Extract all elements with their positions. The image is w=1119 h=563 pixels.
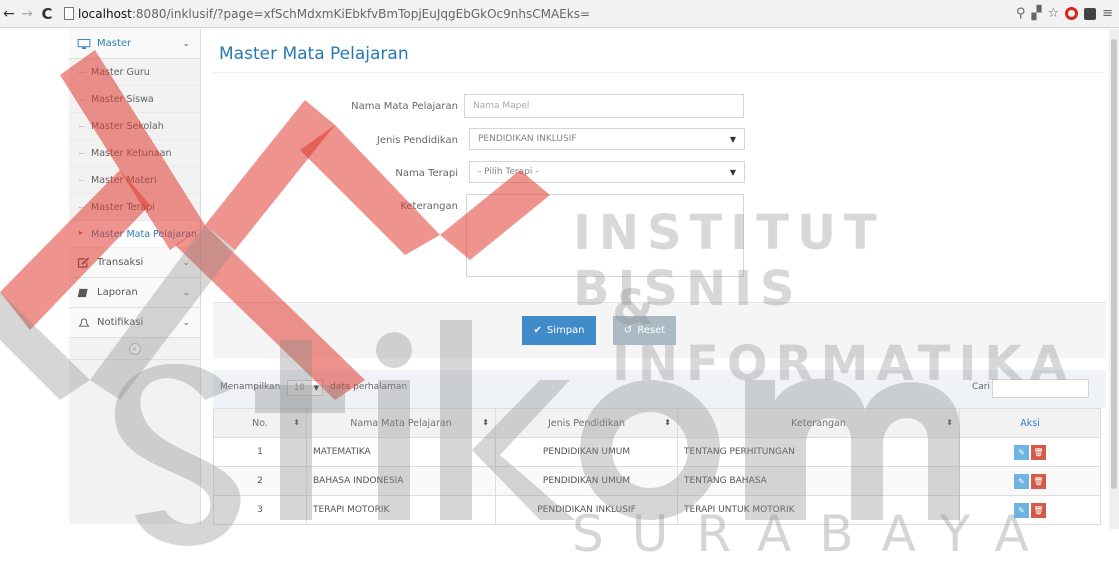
sidebar-group-label: Laporan bbox=[97, 287, 138, 298]
sidebar-group-label: Master bbox=[97, 38, 132, 49]
table-row: 1 MATEMATIKA PENDIDIKAN UMUM TENTANG PER… bbox=[213, 437, 1101, 467]
star-icon[interactable]: ☆ bbox=[1047, 6, 1059, 21]
cell-no: 2 bbox=[213, 466, 307, 496]
reload-icon[interactable]: C bbox=[36, 5, 58, 23]
nama-mapel-placeholder: Nama Mapel bbox=[473, 101, 530, 111]
opera-extension-icon[interactable] bbox=[1065, 7, 1079, 20]
cell-aksi: ✎ 🗑 bbox=[959, 466, 1101, 496]
book-icon bbox=[77, 288, 88, 297]
divider bbox=[213, 72, 1106, 73]
sidebar-item-master-siswa[interactable]: Master Siswa bbox=[69, 86, 200, 113]
address-bar[interactable]: localhost:8080/inklusif/?page=xfSchMdxmK… bbox=[62, 4, 1016, 24]
cell-nama-mapel: BAHASA INDONESIA bbox=[306, 466, 496, 496]
nama-mapel-label: Nama Mata Pelajaran bbox=[351, 101, 458, 112]
sidebar-collapse-bar: « bbox=[69, 338, 200, 360]
column-header-aksi: Aksi bbox=[959, 408, 1101, 438]
trash-icon[interactable]: 🗑 bbox=[1031, 444, 1046, 460]
forward-icon[interactable]: → bbox=[18, 6, 36, 22]
translate-icon[interactable]: ▞ bbox=[1031, 6, 1041, 21]
column-header-jenis-pendidikan[interactable]: Jenis Pendidikan ⬍ bbox=[495, 408, 678, 438]
column-label: Keterangan bbox=[791, 417, 846, 429]
desktop-icon bbox=[77, 38, 91, 49]
pencil-icon[interactable]: ✎ bbox=[1014, 444, 1029, 460]
dropdown-arrow-icon: ▼ bbox=[313, 384, 319, 392]
column-header-nama-mapel[interactable]: Nama Mata Pelajaran ⬍ bbox=[306, 408, 496, 438]
dropdown-arrow-icon: ▼ bbox=[729, 167, 736, 177]
url-host: localhost bbox=[78, 6, 132, 21]
back-icon[interactable]: ← bbox=[0, 6, 18, 22]
nama-terapi-select[interactable]: - Pilih Terapi - ▼ bbox=[469, 161, 745, 183]
column-label: Jenis Pendidikan bbox=[547, 417, 626, 429]
extension-icon[interactable] bbox=[1084, 7, 1097, 20]
nama-terapi-label: Nama Terapi bbox=[395, 168, 458, 179]
nama-terapi-value: - Pilih Terapi - bbox=[478, 167, 539, 177]
jenis-pendidikan-label: Jenis Pendidikan bbox=[376, 135, 458, 146]
edit-icon bbox=[77, 257, 90, 268]
sidebar-group-label: Notifikasi bbox=[97, 317, 144, 328]
sidebar-group-label: Transaksi bbox=[97, 257, 144, 268]
column-label: Nama Mata Pelajaran bbox=[350, 417, 452, 429]
chevron-down-icon: ⌄ bbox=[182, 287, 190, 298]
keterangan-label: Keterangan bbox=[400, 201, 458, 212]
page-icon bbox=[64, 7, 74, 20]
sidebar-item-master-guru[interactable]: Master Guru bbox=[69, 59, 200, 86]
cell-keterangan: TENTANG PERHITUNGAN bbox=[677, 437, 960, 467]
cell-aksi: ✎ 🗑 bbox=[959, 437, 1101, 467]
column-header-no[interactable]: No. ⬍ bbox=[213, 408, 307, 438]
sidebar-item-master-mata-pelajaran[interactable]: Master Mata Pelajaran bbox=[69, 221, 200, 248]
page-title: Master Mata Pelajaran bbox=[219, 44, 409, 64]
sidebar-group-notifikasi[interactable]: Notifikasi ⌄ bbox=[69, 308, 200, 338]
nama-mapel-input[interactable]: Nama Mapel bbox=[464, 94, 744, 118]
page-length-value: 10 bbox=[294, 383, 305, 393]
trash-icon[interactable]: 🗑 bbox=[1031, 473, 1046, 489]
column-header-keterangan[interactable]: Keterangan ⬍ bbox=[677, 408, 960, 438]
dropdown-arrow-icon: ▼ bbox=[729, 134, 736, 144]
column-label: No. bbox=[252, 417, 268, 429]
jenis-pendidikan-value: PENDIDIKAN INKLUSIF bbox=[478, 134, 577, 144]
save-label: Simpan bbox=[546, 325, 585, 336]
chevron-down-icon: ⌄ bbox=[182, 257, 190, 268]
table-row: 2 BAHASA INDONESIA PENDIDIKAN UMUM TENTA… bbox=[213, 466, 1101, 496]
chevron-down-icon: ⌄ bbox=[182, 317, 190, 328]
jenis-pendidikan-select[interactable]: PENDIDIKAN INKLUSIF ▼ bbox=[469, 128, 745, 150]
sort-icon: ⬍ bbox=[482, 417, 489, 427]
show-suffix: data perhalaman bbox=[330, 382, 408, 392]
sort-icon: ⬍ bbox=[293, 417, 300, 427]
save-button[interactable]: ✔ Simpan bbox=[522, 316, 596, 345]
cell-nama-mapel: TERAPI MOTORIK bbox=[306, 495, 496, 525]
sidebar-item-master-ketunaan[interactable]: Master Ketunaan bbox=[69, 140, 200, 167]
check-icon: ✔ bbox=[533, 325, 542, 336]
cell-no: 3 bbox=[213, 495, 307, 525]
chevron-down-icon: ⌄ bbox=[182, 38, 190, 49]
cell-keterangan: TENTANG BAHASA bbox=[677, 466, 960, 496]
sidebar-item-master-terapi[interactable]: Master Terapi bbox=[69, 194, 200, 221]
watermark-line3: SURABAYA bbox=[572, 505, 1057, 563]
browser-toolbar: ← → C localhost:8080/inklusif/?page=xfSc… bbox=[0, 0, 1119, 28]
cell-jenis-pendidikan: PENDIDIKAN UMUM bbox=[495, 437, 678, 467]
sort-icon: ⬍ bbox=[946, 417, 953, 427]
pencil-icon[interactable]: ✎ bbox=[1014, 473, 1029, 489]
sidebar-item-master-sekolah[interactable]: Master Sekolah bbox=[69, 113, 200, 140]
sidebar-group-laporan[interactable]: Laporan ⌄ bbox=[69, 278, 200, 308]
cell-nama-mapel: MATEMATIKA bbox=[306, 437, 496, 467]
page-length-select[interactable]: 10 ▼ bbox=[287, 380, 323, 396]
sidebar: Master ⌄ Master Guru Master Siswa Master… bbox=[69, 29, 201, 524]
sort-icon: ⬍ bbox=[664, 417, 671, 427]
sidebar-group-transaksi[interactable]: Transaksi ⌄ bbox=[69, 248, 200, 278]
collapse-sidebar-icon[interactable]: « bbox=[128, 342, 141, 355]
watermark-line2: & INFORMATIKA bbox=[612, 280, 1075, 392]
show-prefix: Menampilkan bbox=[220, 382, 281, 392]
url-path: :8080/inklusif/?page=xfSchMdxmKiEbkfvBmT… bbox=[131, 6, 590, 21]
zoom-icon[interactable]: ⚲ bbox=[1016, 6, 1026, 21]
sidebar-group-master[interactable]: Master ⌄ bbox=[69, 29, 200, 59]
sidebar-item-master-materi[interactable]: Master Materi bbox=[69, 167, 200, 194]
cell-jenis-pendidikan: PENDIDIKAN UMUM bbox=[495, 466, 678, 496]
bell-icon bbox=[78, 317, 90, 327]
menu-icon[interactable]: ≡ bbox=[1102, 6, 1113, 21]
cell-no: 1 bbox=[213, 437, 307, 467]
